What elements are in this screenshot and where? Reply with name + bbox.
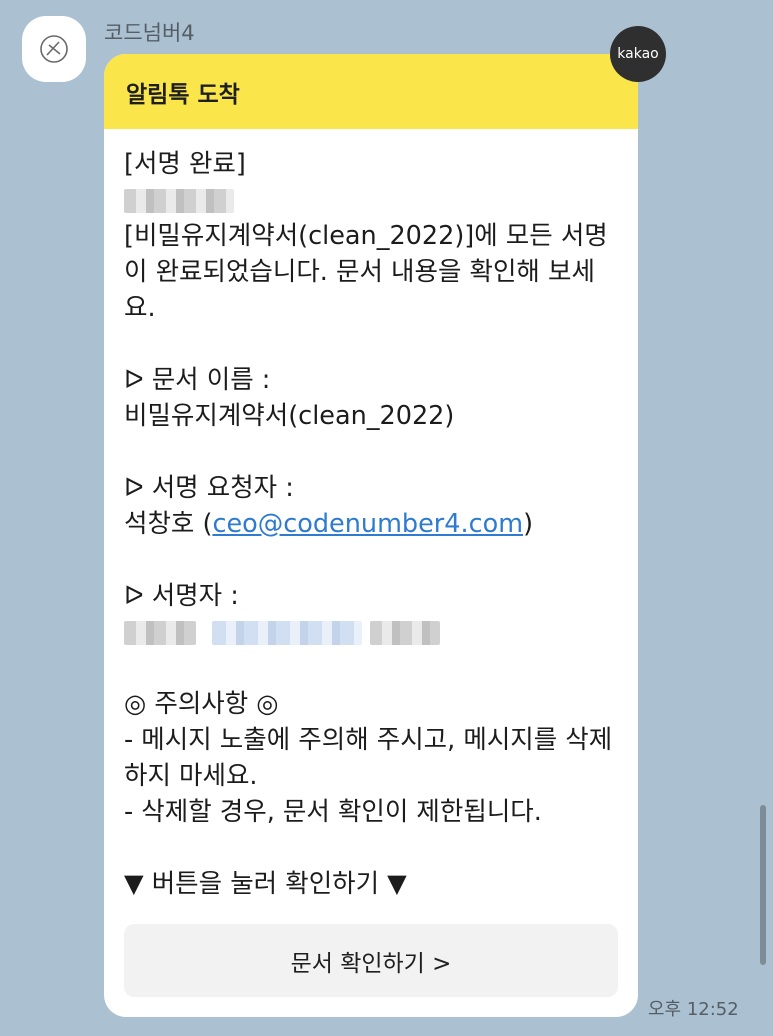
message-header-title: 알림톡 도착 xyxy=(126,81,240,108)
requester-close: ) xyxy=(523,509,534,539)
requester-line: 석창호 (ceo@codenumber4.com) xyxy=(124,506,618,542)
notice-item-2: - 삭제할 경우, 문서 확인이 제한됩니다. xyxy=(124,797,542,827)
notice-item-1: - 메시지 노출에 주의해 주시고, 메시지를 삭제하지 마세요. xyxy=(124,725,613,791)
notice-title: ◎ 주의사항 ◎ xyxy=(124,689,279,719)
signer-label: ᐅ 서명자 : xyxy=(124,581,239,611)
requester-name: 석창호 ( xyxy=(124,509,213,539)
confirm-document-button[interactable]: 문서 확인하기 > xyxy=(124,924,618,997)
signer-redacted xyxy=(124,614,618,650)
message-intro: [비밀유지계약서(clean_2022)]에 모든 서명이 완료되었습니다. 문… xyxy=(124,221,608,323)
message-title: [서명 완료] xyxy=(124,149,246,179)
doc-name-value: 비밀유지계약서(clean_2022) xyxy=(124,401,455,431)
kakao-badge: kakao xyxy=(610,26,666,82)
signature-icon xyxy=(40,35,68,63)
message-timestamp: 오후 12:52 xyxy=(648,999,739,1020)
message-bubble: 알림톡 도착 [서명 완료] [비밀유지계약서(clean_2022)]에 모든… xyxy=(104,54,638,1017)
requester-email-link[interactable]: ceo@codenumber4.com xyxy=(212,509,523,539)
message-header: 알림톡 도착 xyxy=(104,54,638,129)
requester-label: ᐅ 서명 요청자 : xyxy=(124,473,294,503)
sender-avatar[interactable] xyxy=(22,16,86,82)
doc-name-label: ᐅ 문서 이름 : xyxy=(124,365,271,395)
recipient-redacted xyxy=(124,182,618,218)
message-body: [서명 완료] [비밀유지계약서(clean_2022)]에 모든 서명이 완료… xyxy=(104,129,638,902)
sender-name: 코드넘버4 xyxy=(104,21,195,45)
cta-hint: ▼ 버튼을 눌러 확인하기 ▼ xyxy=(124,869,407,899)
scrollbar[interactable] xyxy=(760,805,766,965)
